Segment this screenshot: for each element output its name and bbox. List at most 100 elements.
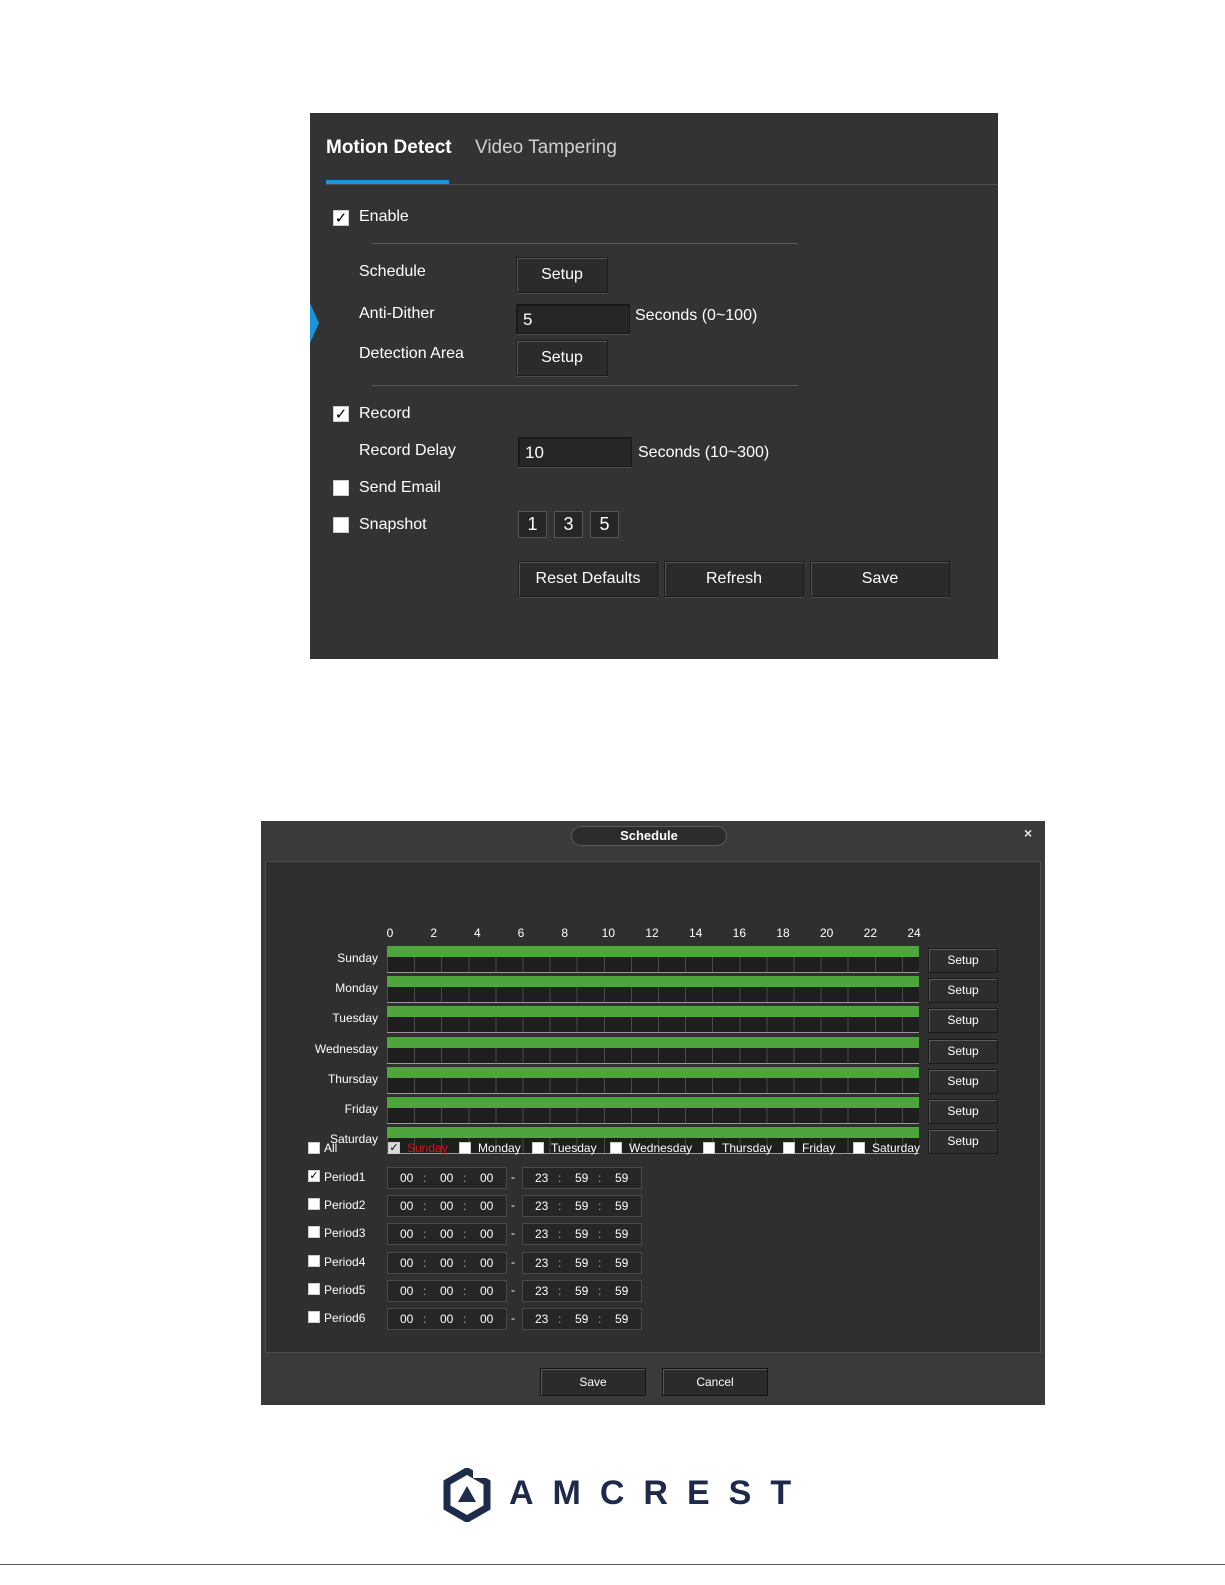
period-start-time-input[interactable]: 00:00:00	[387, 1251, 507, 1274]
period-checkbox[interactable]	[308, 1198, 320, 1211]
day-checkbox-monday[interactable]	[459, 1142, 471, 1154]
day-timeline-wednesday[interactable]	[387, 1036, 919, 1064]
refresh-button[interactable]: Refresh	[664, 561, 804, 597]
day-label-monday: Monday	[335, 981, 378, 996]
period-end-time-input[interactable]: 23:59:59	[522, 1308, 642, 1330]
snapshot-channel-3[interactable]: 3	[554, 511, 583, 538]
send-email-checkbox[interactable]	[333, 480, 349, 496]
day-setup-button-sunday[interactable]: Setup	[928, 948, 998, 973]
time-segment: 00	[440, 1227, 454, 1242]
day-setup-button-tuesday[interactable]: Setup	[928, 1008, 998, 1034]
hour-tick-label: 14	[688, 926, 703, 940]
day-timeline-friday[interactable]	[387, 1097, 919, 1124]
time-range-dash: -	[511, 1198, 515, 1213]
tab-motion-detect[interactable]: Motion Detect	[326, 137, 452, 159]
period-checkbox[interactable]: ✓	[308, 1170, 320, 1182]
day-checkbox-thursday[interactable]	[703, 1142, 715, 1154]
schedule-cancel-button[interactable]: Cancel	[662, 1368, 768, 1396]
hour-tick-label: 20	[819, 926, 834, 940]
detection-area-label: Detection Area	[359, 345, 464, 362]
period-end-time-input[interactable]: 23:59:59	[522, 1251, 642, 1274]
period-start-time-input[interactable]: 00:00:00	[387, 1167, 507, 1189]
day-checkbox-tuesday[interactable]	[532, 1142, 544, 1154]
close-icon[interactable]: ×	[1024, 825, 1032, 841]
day-checkbox-label: Saturday	[872, 1141, 921, 1155]
period-end-time-input[interactable]: 23:59:59	[522, 1223, 642, 1246]
enable-checkbox[interactable]: ✓	[333, 210, 349, 226]
time-segment: 00	[480, 1227, 494, 1242]
period-start-time-input[interactable]: 00:00:00	[387, 1308, 507, 1330]
all-days-checkbox[interactable]	[308, 1142, 320, 1154]
day-timeline-monday[interactable]	[387, 976, 919, 1004]
period-label: Period5	[324, 1282, 366, 1297]
time-separator: :	[463, 1171, 467, 1185]
snapshot-channel-1[interactable]: 1	[518, 511, 547, 538]
schedule-label: Schedule	[359, 263, 426, 280]
day-setup-button-friday[interactable]: Setup	[928, 1099, 998, 1124]
scheduled-period-bar	[387, 976, 919, 988]
day-checkbox-sunday[interactable]: ✓	[388, 1142, 400, 1154]
time-segment: 59	[615, 1283, 629, 1298]
anti-dither-input[interactable]: 5	[516, 304, 630, 334]
time-segment: 23	[535, 1312, 549, 1326]
period-checkbox[interactable]	[308, 1282, 320, 1295]
time-segment: 00	[480, 1312, 494, 1326]
reset-defaults-button[interactable]: Reset Defaults	[518, 561, 658, 597]
detection-area-setup-button[interactable]: Setup	[516, 340, 608, 376]
time-separator: :	[558, 1171, 562, 1185]
time-segment: 59	[575, 1227, 589, 1242]
scheduled-period-bar	[387, 946, 919, 957]
schedule-setup-button[interactable]: Setup	[516, 257, 608, 293]
day-setup-button-monday[interactable]: Setup	[928, 978, 998, 1004]
record-delay-input[interactable]: 10	[518, 437, 632, 467]
time-separator: :	[558, 1227, 562, 1242]
schedule-dialog: Schedule × 0 2 4 6 8 10 12 14 16 18 20 22 24 Sunday S…	[261, 821, 1045, 1405]
day-checkbox-wednesday[interactable]	[610, 1142, 622, 1154]
schedule-save-button[interactable]: Save	[540, 1368, 646, 1396]
day-timeline-tuesday[interactable]	[387, 1006, 919, 1034]
time-segment: 00	[440, 1171, 454, 1185]
day-timeline-sunday[interactable]	[387, 946, 919, 973]
hour-tick-label: 18	[776, 926, 790, 940]
save-button[interactable]: Save	[810, 561, 950, 597]
day-setup-button-saturday[interactable]: Setup	[928, 1129, 998, 1155]
period-end-time-input[interactable]: 23:59:59	[522, 1195, 642, 1218]
hour-tick-label: 10	[601, 926, 616, 940]
day-setup-button-wednesday[interactable]: Setup	[928, 1038, 998, 1064]
period-label: Period2	[324, 1198, 366, 1213]
time-separator: :	[423, 1312, 427, 1326]
send-email-label: Send Email	[359, 479, 441, 496]
period-end-time-input[interactable]: 23:59:59	[522, 1279, 642, 1302]
time-segment: 23	[535, 1255, 549, 1270]
snapshot-checkbox[interactable]	[333, 517, 349, 533]
time-separator: :	[423, 1283, 427, 1298]
time-separator: :	[423, 1227, 427, 1242]
day-checkbox-friday[interactable]	[783, 1142, 795, 1154]
period-end-time-input[interactable]: 23:59:59	[522, 1167, 642, 1189]
scheduled-period-bar	[387, 1066, 919, 1078]
hour-tick-label: 8	[561, 926, 568, 940]
scheduled-period-bar	[387, 1006, 919, 1018]
period-start-time-input[interactable]: 00:00:00	[387, 1279, 507, 1302]
record-checkbox[interactable]: ✓	[333, 406, 349, 422]
time-separator: :	[598, 1312, 602, 1326]
period-start-time-input[interactable]: 00:00:00	[387, 1195, 507, 1218]
day-checkbox-saturday[interactable]	[853, 1142, 865, 1154]
time-segment: 23	[535, 1283, 549, 1298]
check-mark-icon: ✓	[334, 406, 348, 423]
day-setup-button-thursday[interactable]: Setup	[928, 1068, 998, 1094]
period-checkbox[interactable]	[308, 1226, 320, 1239]
day-label-wednesday: Wednesday	[314, 1041, 378, 1056]
tab-video-tampering[interactable]: Video Tampering	[475, 137, 617, 159]
time-separator: :	[558, 1283, 562, 1298]
time-segment: 59	[575, 1171, 589, 1185]
time-separator: :	[423, 1171, 427, 1185]
record-label: Record	[359, 405, 411, 422]
period-start-time-input[interactable]: 00:00:00	[387, 1223, 507, 1246]
day-timeline-thursday[interactable]	[387, 1066, 919, 1094]
time-separator: :	[463, 1227, 467, 1242]
period-checkbox[interactable]	[308, 1311, 320, 1323]
period-checkbox[interactable]	[308, 1254, 320, 1267]
snapshot-channel-5[interactable]: 5	[590, 511, 619, 538]
hour-tick-label: 22	[863, 926, 878, 940]
